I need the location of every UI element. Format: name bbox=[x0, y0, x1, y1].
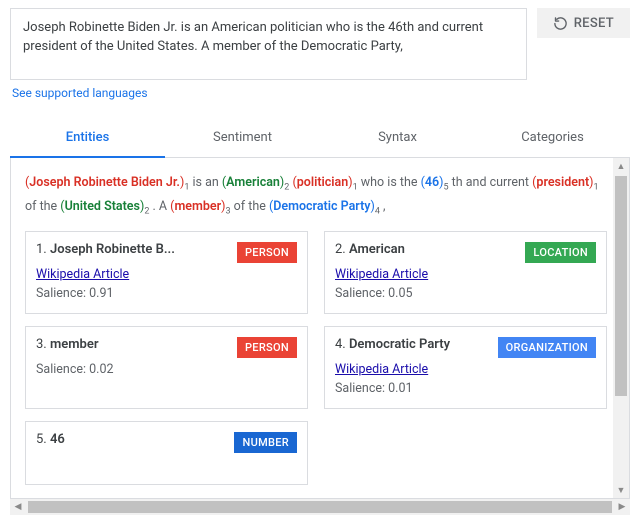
wikipedia-link[interactable]: Wikipedia Article bbox=[36, 267, 129, 282]
salience-label: Salience: 0.05 bbox=[335, 286, 596, 301]
entity-card: 5. 46 NUMBER bbox=[25, 421, 308, 485]
entity-cards: 1. Joseph Robinette B... PERSON Wikipedia … bbox=[25, 231, 607, 485]
annotated-text: (Joseph Robinette Biden Jr.)1 is an (Ame… bbox=[25, 172, 607, 219]
entity-title: 2. American bbox=[335, 242, 519, 257]
entity-card: 2. American LOCATION Wikipedia Article Sali… bbox=[324, 231, 607, 314]
entity-type-badge: LOCATION bbox=[525, 242, 596, 263]
entity-type-badge: PERSON bbox=[237, 242, 297, 263]
salience-label: Salience: 0.01 bbox=[335, 381, 596, 396]
wikipedia-link[interactable]: Wikipedia Article bbox=[335, 362, 428, 377]
entity-token: (United States)2 bbox=[60, 199, 149, 214]
entity-card: 1. Joseph Robinette B... PERSON Wikipedia … bbox=[25, 231, 308, 314]
entity-type-badge: PERSON bbox=[237, 337, 297, 358]
entity-token: (Democratic Party)4 bbox=[269, 199, 380, 214]
entity-title: 3. member bbox=[36, 337, 231, 352]
entity-token: (Joseph Robinette Biden Jr.)1 bbox=[25, 175, 189, 190]
scroll-up-icon[interactable]: ▲ bbox=[613, 158, 629, 174]
entity-type-badge: NUMBER bbox=[234, 432, 297, 453]
entity-card: 3. member PERSON Salience: 0.02 bbox=[25, 326, 308, 409]
scroll-down-icon[interactable]: ▼ bbox=[613, 482, 629, 498]
tab-entities[interactable]: Entities bbox=[10, 118, 165, 157]
tabs: EntitiesSentimentSyntaxCategories bbox=[10, 118, 630, 158]
entity-token: (politician)1 bbox=[292, 175, 357, 190]
reset-button[interactable]: RESET bbox=[537, 8, 630, 38]
entity-card: 4. Democratic Party ORGANIZATION Wikipedia… bbox=[324, 326, 607, 409]
supported-languages-link[interactable]: See supported languages bbox=[0, 80, 148, 110]
entity-title: 5. 46 bbox=[36, 432, 228, 447]
entity-title: 1. Joseph Robinette B... bbox=[36, 242, 231, 257]
entity-token: (president)1 bbox=[532, 175, 598, 190]
entity-type-badge: ORGANIZATION bbox=[498, 337, 596, 358]
entity-token: (American)2 bbox=[222, 175, 289, 190]
entity-title: 4. Democratic Party bbox=[335, 337, 492, 352]
salience-label: Salience: 0.02 bbox=[36, 362, 297, 377]
vertical-scrollbar-thumb[interactable] bbox=[615, 176, 627, 396]
salience-label: Salience: 0.91 bbox=[36, 286, 297, 301]
scroll-left-icon[interactable]: ◀ bbox=[10, 499, 26, 515]
tab-syntax[interactable]: Syntax bbox=[320, 118, 475, 157]
reset-icon bbox=[553, 16, 568, 31]
tab-sentiment[interactable]: Sentiment bbox=[165, 118, 320, 157]
scroll-right-icon[interactable]: ▶ bbox=[614, 499, 630, 515]
tab-categories[interactable]: Categories bbox=[475, 118, 630, 157]
wikipedia-link[interactable]: Wikipedia Article bbox=[335, 267, 428, 282]
vertical-scrollbar[interactable]: ▲ ▼ bbox=[613, 158, 629, 498]
horizontal-scrollbar-thumb[interactable] bbox=[28, 501, 612, 513]
entities-panel: (Joseph Robinette Biden Jr.)1 is an (Ame… bbox=[11, 158, 629, 498]
entity-token: (member)3 bbox=[170, 199, 230, 214]
entity-token: (46)5 bbox=[421, 175, 449, 190]
input-textarea[interactable] bbox=[10, 8, 527, 80]
reset-label: RESET bbox=[574, 16, 614, 31]
horizontal-scrollbar[interactable]: ◀ ▶ bbox=[10, 499, 630, 515]
